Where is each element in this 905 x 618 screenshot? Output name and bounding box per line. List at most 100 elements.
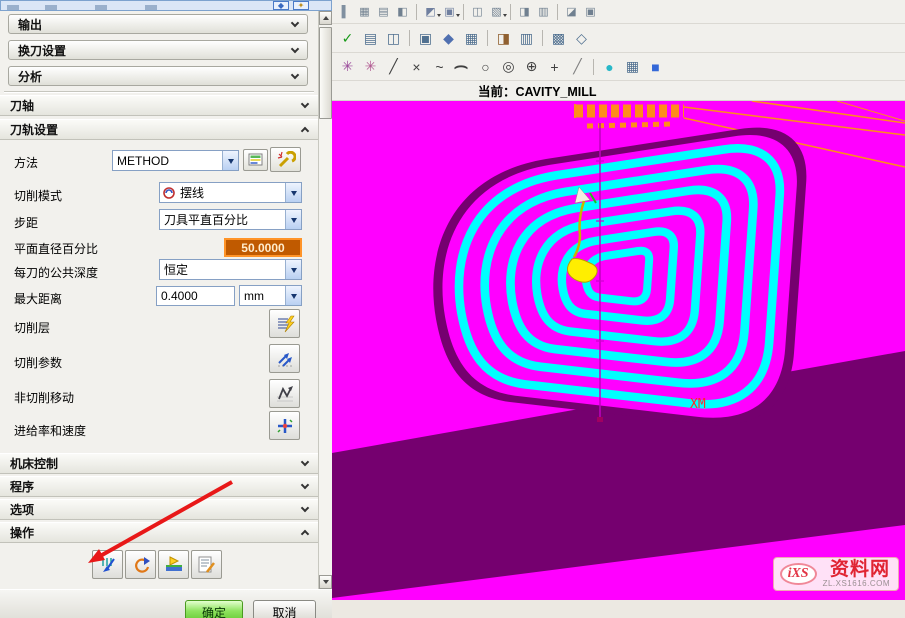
dropdown-arrow-icon — [291, 268, 297, 276]
section-machine-control[interactable]: 机床控制 — [0, 453, 318, 474]
common-depth-combo[interactable]: 恒定 — [159, 259, 302, 280]
monitor-icon[interactable]: ▩ — [548, 28, 569, 48]
circle-plus-icon[interactable]: ⊕ — [521, 57, 542, 77]
section-output[interactable]: 输出 — [8, 14, 308, 34]
show-layers-icon[interactable]: ▤ — [360, 28, 381, 48]
new-method-button[interactable] — [243, 149, 268, 171]
preferences-icon[interactable]: ▣ — [582, 4, 599, 20]
facet-body-icon[interactable]: ◆ — [438, 28, 459, 48]
toolbar-row-utilities: ▌▦▤◧◩▣◫▧◨▥◪▣ — [332, 0, 905, 24]
common-depth-label: 每刀的公共深度 — [14, 264, 98, 281]
ok-button[interactable]: 确定 — [185, 600, 243, 618]
chevron-down-icon — [301, 100, 309, 108]
cut-params-button[interactable] — [269, 344, 300, 373]
cropped-icon[interactable]: ▄ — [95, 5, 107, 10]
finish-check-icon[interactable]: ✓ — [337, 28, 358, 48]
point-set-icon[interactable]: ✳ — [337, 57, 358, 77]
list-icon — [197, 556, 217, 574]
point-icon[interactable]: × — [406, 57, 427, 77]
cut-mode-combo-value: 摆线 — [176, 184, 285, 201]
section-options[interactable]: 选项 — [0, 499, 318, 520]
toolbar-separator — [416, 4, 417, 20]
feeds-speeds-icon — [275, 417, 295, 435]
cut-levels-button[interactable] — [269, 309, 300, 338]
half-shade-icon[interactable]: ◧ — [394, 4, 411, 20]
target-point-icon[interactable]: ◎ — [498, 57, 519, 77]
solid-view-icon[interactable]: ▣ — [415, 28, 436, 48]
plus-icon[interactable]: + — [544, 57, 565, 77]
point-cloud-icon[interactable]: ✳ — [360, 57, 381, 77]
watermark-brand: 资料网 — [830, 560, 890, 580]
section-label: 程序 — [10, 478, 34, 495]
arc-icon[interactable]: ( — [453, 56, 473, 77]
verify-icon — [164, 556, 184, 574]
max-distance-input[interactable]: 0.4000 — [156, 286, 235, 306]
list-toolpath-button[interactable] — [191, 550, 222, 579]
window-icon[interactable]: ◪ — [563, 4, 580, 20]
pattern-icon[interactable]: ▧ — [488, 4, 505, 20]
chevron-down-icon — [301, 458, 309, 466]
shade-icon[interactable]: ▥ — [535, 4, 552, 20]
tool-display-icon[interactable]: ◨ — [493, 28, 514, 48]
max-distance-unit-combo[interactable]: mm — [239, 285, 302, 306]
circle-icon[interactable]: ○ — [475, 57, 496, 77]
cube-icon[interactable]: ■ — [645, 57, 666, 77]
generate-toolpath-button[interactable] — [92, 550, 123, 579]
cropped-icon[interactable]: ▄ — [7, 5, 19, 10]
verify-toolpath-button[interactable] — [158, 550, 189, 579]
move-object-icon[interactable]: ◫ — [469, 4, 486, 20]
combo-dropdown-arrow[interactable] — [222, 151, 238, 170]
section-tool-axis[interactable]: 刀轴 — [0, 95, 318, 116]
measure-icon[interactable]: ◨ — [516, 4, 533, 20]
section-analysis[interactable]: 分析 — [8, 66, 308, 86]
combo-dropdown-arrow[interactable] — [285, 260, 301, 279]
current-operation-bar: 当前：CAVITY_MILL — [332, 81, 905, 101]
view-button-icon[interactable]: ◆ — [273, 1, 289, 10]
combo-dropdown-arrow[interactable] — [285, 210, 301, 229]
cropped-icon[interactable]: ▄ — [145, 5, 157, 10]
non-cutting-icon — [275, 385, 295, 403]
layers-icon[interactable]: ▤ — [375, 4, 392, 20]
line-icon[interactable]: ╱ — [383, 57, 404, 77]
section-toolpath-settings[interactable]: 刀轨设置 — [0, 119, 318, 140]
edit-method-button[interactable] — [270, 147, 301, 172]
snap-point-icon[interactable]: ◩ — [422, 4, 439, 20]
combo-dropdown-arrow[interactable] — [285, 183, 301, 202]
spline-icon[interactable]: ~ — [429, 57, 450, 77]
section-tool-change[interactable]: 换刀设置 — [8, 40, 308, 60]
scrollbar-down-button[interactable] — [319, 575, 332, 589]
replay-toolpath-button[interactable] — [125, 550, 156, 579]
watermark-url: ZL.XS1616.COM — [823, 580, 890, 588]
watermark-logo: iXS — [780, 563, 817, 585]
drafting-icon[interactable]: ▦ — [461, 28, 482, 48]
section-actions[interactable]: 操作 — [0, 522, 318, 543]
method-combo[interactable]: METHOD — [112, 150, 239, 171]
non-cutting-button[interactable] — [269, 379, 300, 408]
cut-mode-combo[interactable]: 摆线 — [159, 182, 302, 203]
dialog-scrollbar[interactable] — [318, 11, 332, 589]
note-icon[interactable]: ◇ — [571, 28, 592, 48]
cancel-button[interactable]: 取消 — [253, 600, 316, 618]
graphics-viewport[interactable]: XM iXS 资料网 ZL.XS1616.COM — [332, 101, 905, 600]
operation-dialog-body: 输出 换刀设置 分析 刀轴 刀轨设置 方法 — [0, 11, 318, 589]
scrollbar-thumb[interactable] — [319, 27, 332, 119]
dialog-footer: 确定 取消 — [0, 589, 332, 618]
combo-dropdown-arrow[interactable] — [285, 286, 301, 305]
section-program[interactable]: 程序 — [0, 476, 318, 497]
flat-percent-label: 平面直径百分比 — [14, 240, 98, 257]
work-plane-icon[interactable]: ▣ — [441, 4, 458, 20]
method-label: 方法 — [14, 154, 38, 171]
sphere-icon[interactable]: ● — [599, 57, 620, 77]
cropped-icon[interactable]: ▄ — [45, 5, 57, 10]
scrollbar-up-button[interactable] — [319, 11, 332, 25]
stepover-combo[interactable]: 刀具平直百分比 — [159, 209, 302, 230]
flat-percent-field[interactable]: 50.0000 — [224, 238, 302, 257]
assembly-icon[interactable]: ◫ — [383, 28, 404, 48]
feeds-speeds-button[interactable] — [269, 411, 300, 440]
clip-icon[interactable]: ▌ — [337, 4, 354, 20]
machine-tool-icon[interactable]: ▥ — [516, 28, 537, 48]
grid-icon[interactable]: ▦ — [356, 4, 373, 20]
filter-button-icon[interactable]: ✦ — [293, 1, 309, 10]
diagonal-line-icon[interactable]: ╱ — [567, 57, 588, 77]
table-icon[interactable]: ▦ — [622, 57, 643, 77]
